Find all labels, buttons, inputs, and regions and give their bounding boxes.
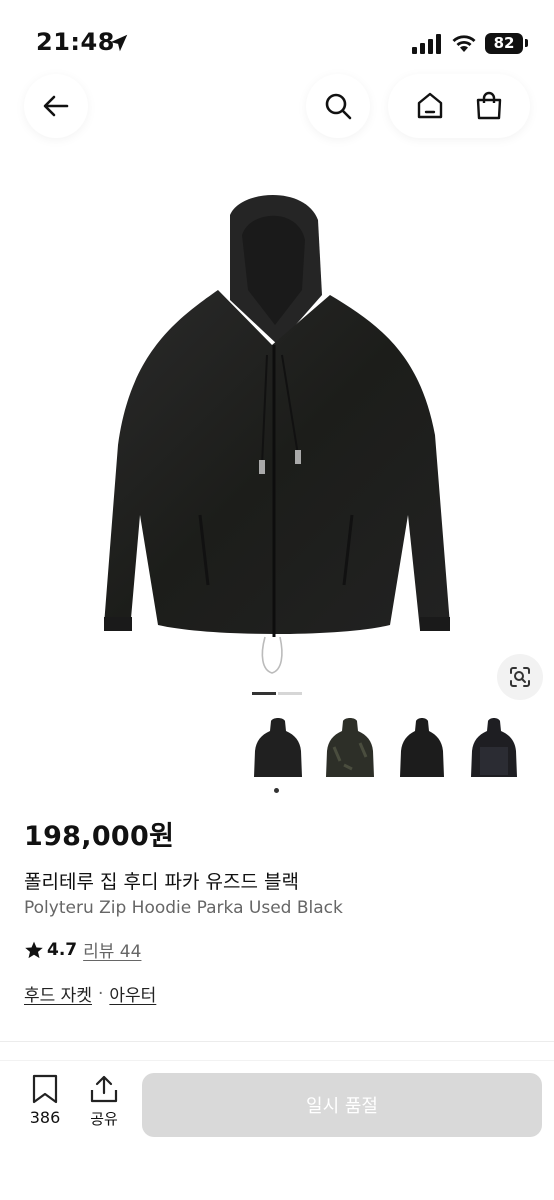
thumbnail-jacket-icon — [254, 718, 302, 777]
battery-tip — [525, 39, 528, 47]
product-main-image[interactable] — [90, 185, 464, 675]
divider — [0, 1060, 554, 1061]
rating-value: 4.7 — [47, 939, 78, 960]
home-cart-group — [388, 74, 530, 138]
share-label: 공유 — [90, 1110, 118, 1128]
category-breadcrumb: 후드 자켓 · 아우터 — [24, 981, 156, 1007]
category-separator: · — [97, 983, 104, 1004]
thumbnail-strip — [242, 712, 530, 784]
carousel-indicator-active — [252, 692, 276, 695]
back-button[interactable] — [24, 74, 88, 138]
thumbnail-jacket-icon — [400, 718, 444, 777]
thumbnail-jacket-icon — [471, 718, 517, 777]
thumbnail-2[interactable] — [314, 712, 386, 784]
status-time: 21:48 — [36, 28, 115, 56]
thumbnail-selected-dot — [274, 788, 279, 793]
product-name-ko: 폴리테루 집 후디 파카 유즈드 블랙 — [24, 871, 299, 893]
battery-level: 82 — [485, 33, 523, 54]
thumbnail-1[interactable] — [242, 712, 314, 784]
thumbnail-3[interactable] — [386, 712, 458, 784]
category-link-hood-jacket[interactable]: 후드 자켓 — [24, 981, 92, 1006]
thumbnail-4[interactable] — [458, 712, 530, 784]
product-name-en: Polyteru Zip Hoodie Parka Used Black — [24, 898, 343, 918]
search-icon — [325, 93, 352, 120]
product-price: 198,000원 — [24, 821, 175, 852]
lens-search-icon — [510, 667, 530, 687]
review-link[interactable]: 리뷰 44 — [83, 937, 141, 962]
lens-search-button[interactable] — [497, 654, 543, 700]
rating-row: 4.7 리뷰 44 — [24, 937, 141, 962]
share-icon — [90, 1075, 118, 1103]
bookmark-count: 386 — [29, 1108, 61, 1127]
home-icon[interactable] — [414, 90, 446, 122]
location-arrow-icon — [110, 34, 128, 52]
shopping-bag-icon[interactable] — [473, 90, 505, 122]
cellular-signal-icon — [412, 34, 441, 54]
share-button[interactable]: 공유 — [82, 1074, 126, 1132]
carousel-indicator-inactive — [278, 692, 302, 695]
divider — [0, 1041, 554, 1042]
category-link-outer[interactable]: 아우터 — [109, 981, 156, 1006]
search-button[interactable] — [306, 74, 370, 138]
thumbnail-jacket-icon — [326, 718, 374, 777]
wifi-icon — [452, 35, 476, 52]
bookmark-icon — [32, 1074, 58, 1104]
bookmark-button[interactable]: 386 — [24, 1074, 66, 1132]
arrow-left-icon — [43, 95, 69, 117]
sold-out-button[interactable]: 일시 품절 — [142, 1073, 542, 1137]
star-icon — [25, 941, 43, 958]
